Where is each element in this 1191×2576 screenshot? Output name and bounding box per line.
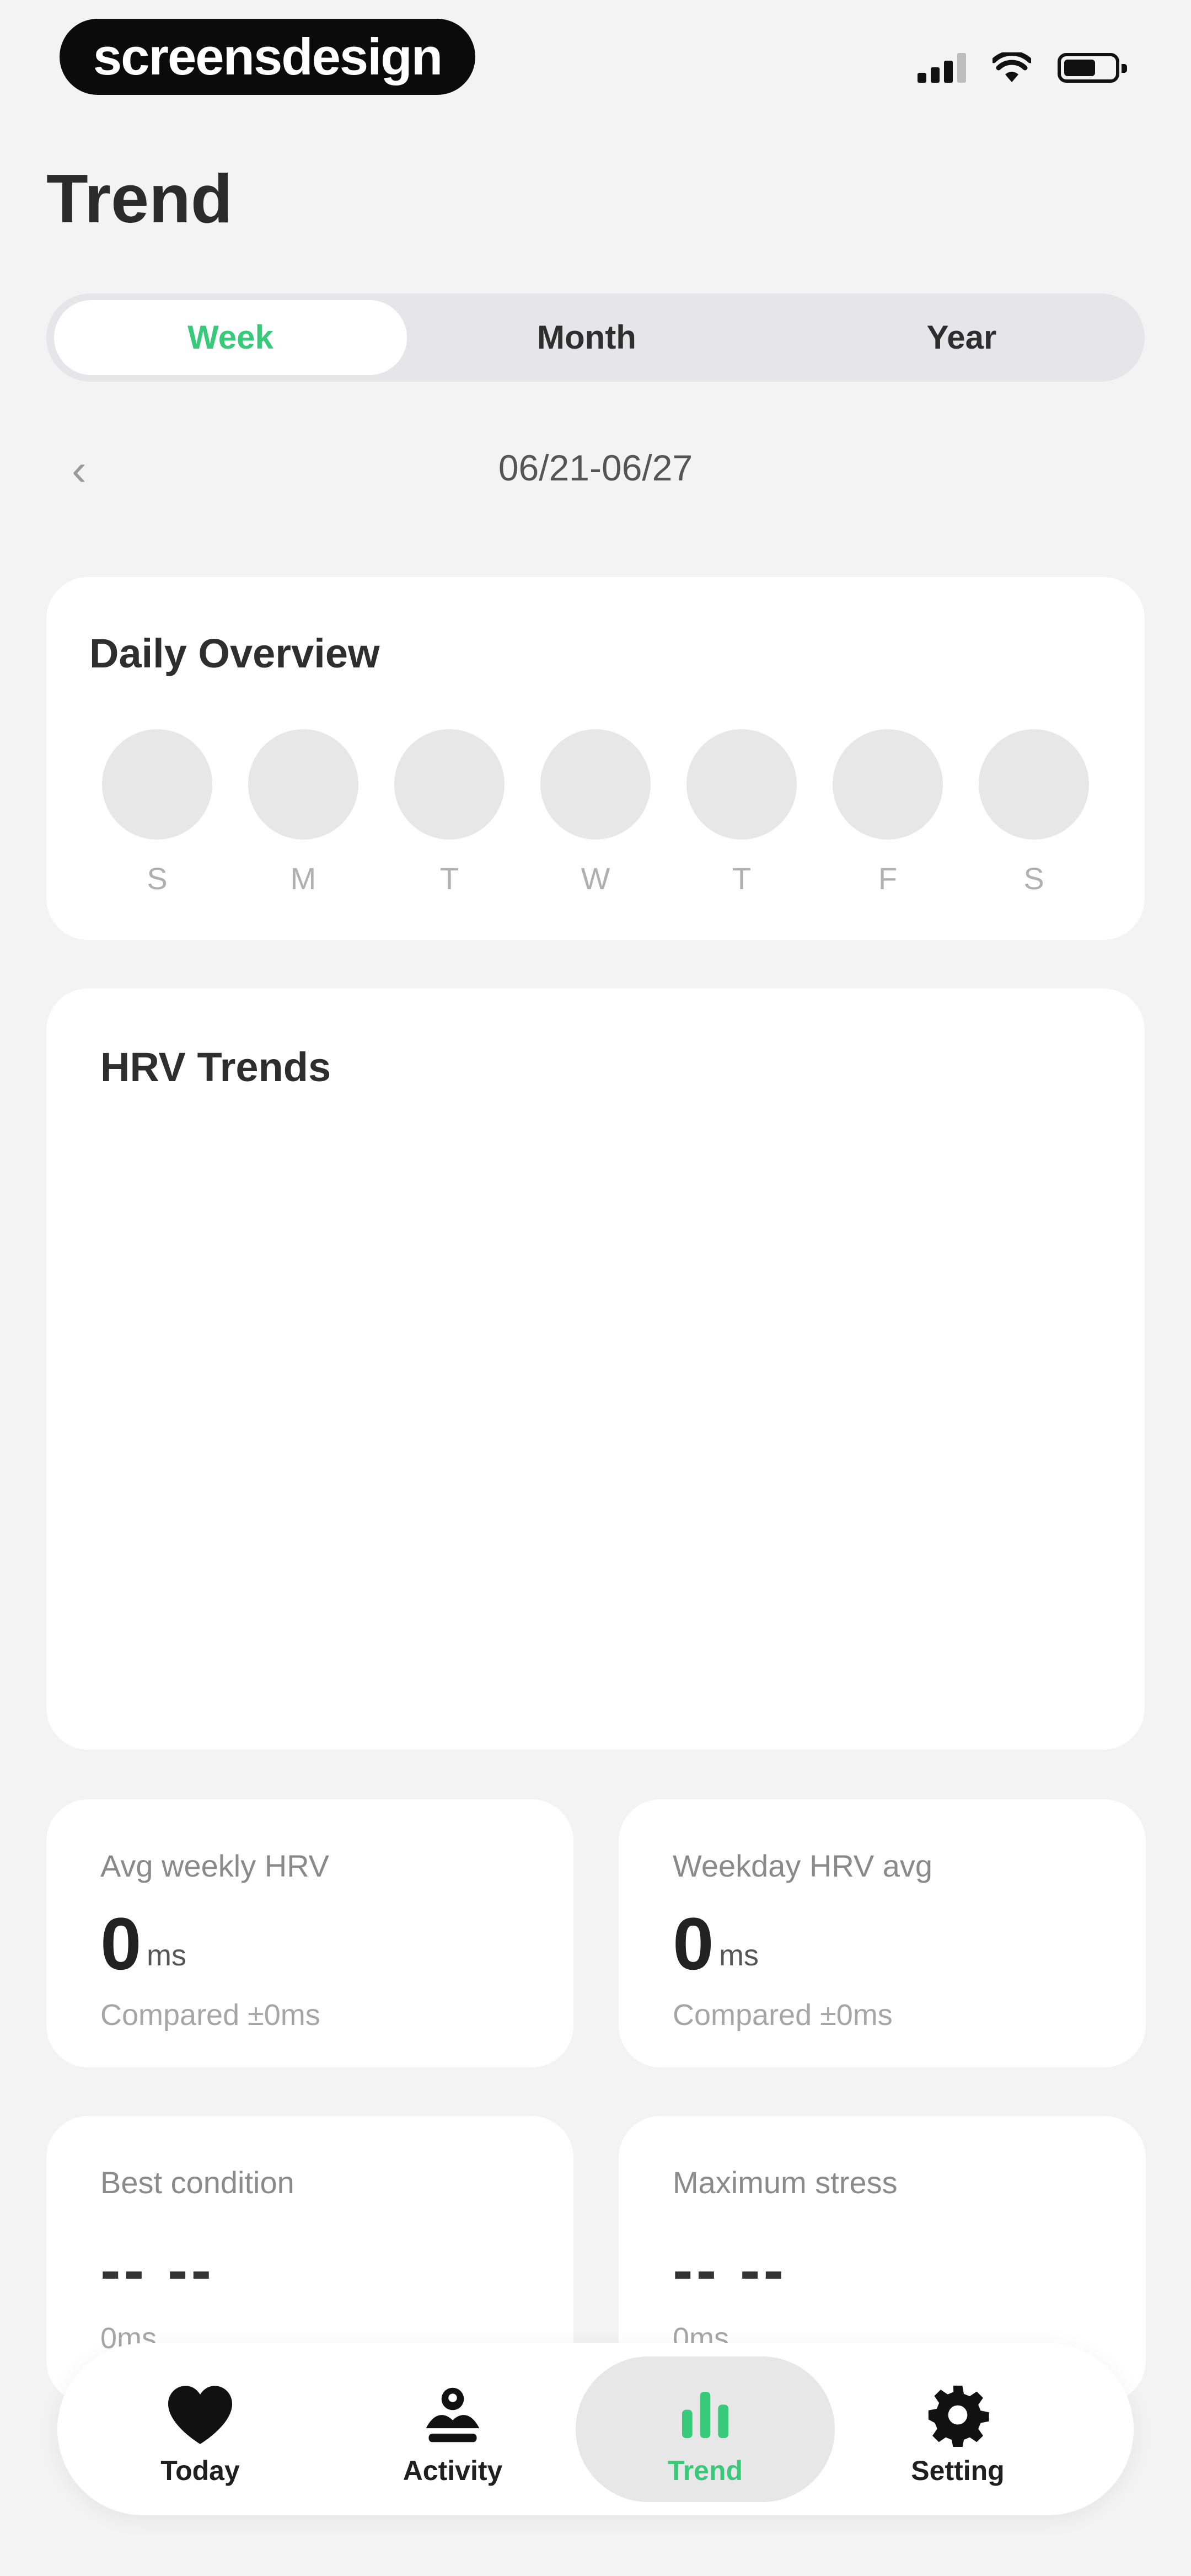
brand-badge: screensdesign [60, 19, 475, 95]
stat-value: -- -- [673, 2236, 787, 2304]
stat-value: 0 [100, 1903, 142, 1985]
day-circle [979, 729, 1089, 840]
hrv-trends-card: HRV Trends [46, 988, 1145, 1750]
stat-unit: ms [719, 1939, 759, 1972]
day-item-thu[interactable]: T [684, 729, 800, 896]
stat-compare: Compared ±0ms [673, 1998, 893, 2032]
tab-label: Today [160, 2455, 240, 2486]
day-item-mon[interactable]: M [245, 729, 361, 896]
day-label: S [1023, 861, 1044, 896]
status-bar: screensdesign [0, 0, 1191, 110]
hrv-trends-title: HRV Trends [100, 1044, 331, 1090]
tab-month[interactable]: Month [421, 300, 752, 375]
day-item-sun[interactable]: S [99, 729, 215, 896]
day-label: T [439, 861, 459, 896]
period-segmented-control: Week Month Year [46, 293, 1145, 382]
day-circle [248, 729, 358, 840]
avg-weekly-hrv-card[interactable]: Avg weekly HRV 0 ms Compared ±0ms [46, 1799, 573, 2067]
day-label: F [878, 861, 898, 896]
cellular-signal-icon [918, 53, 966, 83]
stat-value: 0 [673, 1903, 714, 1985]
date-range: 06/21-06/27 [498, 447, 693, 488]
stat-value: -- -- [100, 2236, 215, 2304]
tab-year[interactable]: Year [785, 300, 1138, 375]
tab-trend[interactable]: Trend [576, 2356, 835, 2502]
day-circle [102, 729, 212, 840]
heart-icon [168, 2386, 232, 2444]
day-circle [833, 729, 943, 840]
tab-today[interactable]: Today [71, 2356, 330, 2502]
bar-chart-icon [682, 2392, 728, 2438]
weekday-hrv-avg-card[interactable]: Weekday HRV avg 0 ms Compared ±0ms [619, 1799, 1146, 2067]
activity-icon [426, 2387, 480, 2443]
day-item-fri[interactable]: F [830, 729, 946, 896]
day-label: T [732, 861, 752, 896]
day-item-sat[interactable]: S [976, 729, 1092, 896]
day-circle [686, 729, 797, 840]
bottom-tab-bar: Today Activity Trend Setting [57, 2343, 1134, 2515]
daily-overview-title: Daily Overview [89, 630, 380, 676]
tab-label: Activity [403, 2455, 503, 2486]
stat-compare: Compared ±0ms [100, 1998, 320, 2032]
battery-icon [1058, 53, 1127, 83]
day-label: S [147, 861, 168, 896]
day-list: S M T W T F S [99, 729, 1092, 896]
tab-label: Setting [911, 2455, 1005, 2486]
status-icons [918, 49, 1127, 87]
stat-label: Maximum stress [673, 2165, 898, 2200]
tab-setting[interactable]: Setting [828, 2356, 1087, 2502]
day-circle [540, 729, 651, 840]
tab-activity[interactable]: Activity [323, 2356, 582, 2502]
gear-icon [928, 2385, 989, 2447]
hrv-chart-area [100, 1132, 1091, 1706]
daily-overview-card: Daily Overview S M T W T F S [46, 577, 1145, 940]
page-title: Trend [46, 161, 233, 237]
day-circle [394, 729, 505, 840]
tab-label: Trend [667, 2455, 743, 2486]
stat-label: Best condition [100, 2165, 294, 2200]
day-label: W [581, 861, 610, 896]
day-item-wed[interactable]: W [538, 729, 653, 896]
stat-label: Avg weekly HRV [100, 1848, 329, 1883]
date-navigation: ‹ 06/21-06/27 [0, 441, 1191, 502]
day-item-tue[interactable]: T [391, 729, 507, 896]
tab-week[interactable]: Week [54, 300, 407, 375]
wifi-icon [993, 52, 1031, 82]
stat-label: Weekday HRV avg [673, 1848, 933, 1883]
day-label: M [290, 861, 316, 896]
stat-unit: ms [147, 1939, 186, 1972]
